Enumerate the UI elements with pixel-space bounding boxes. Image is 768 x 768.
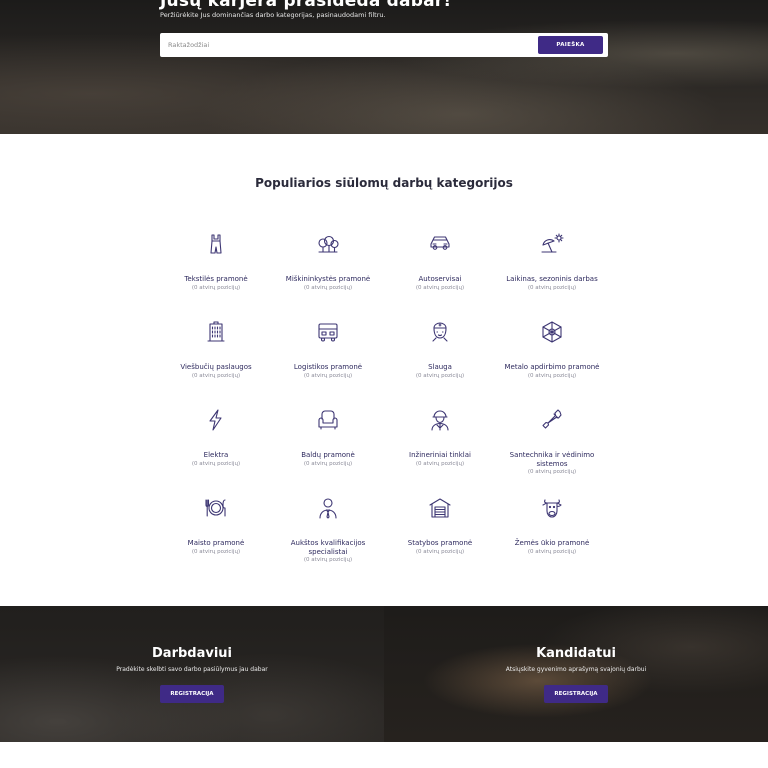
category-name: Baldų pramonė — [301, 451, 355, 459]
category-name: Aukštos kvalifikacijos specialistai — [290, 539, 366, 556]
nurse-icon — [432, 322, 448, 342]
cow-icon — [542, 499, 562, 518]
employer-title: Darbdaviui — [152, 646, 232, 661]
hex-nut-icon — [542, 321, 562, 343]
category-name: Viešbučių paslaugos — [180, 363, 252, 371]
hero-subtitle: Peržiūrėkite Jus dominančias darbo kateg… — [160, 11, 386, 19]
lightning-icon — [209, 409, 222, 431]
employer-panel: Darbdaviui Pradėkite skelbti savo darbo … — [0, 606, 384, 742]
employer-text: Pradėkite skelbti savo darbo pasiūlymus … — [116, 666, 268, 673]
category-name: Elektra — [203, 451, 229, 459]
search-input[interactable] — [168, 37, 528, 53]
beach-umbrella-icon — [541, 233, 564, 253]
category-name: Maisto pramonė — [187, 539, 245, 547]
category-item[interactable]: Inžineriniai tinklai (0 atvirų pozicijų) — [384, 396, 496, 476]
category-count: (0 atvirų pozicijų) — [527, 548, 577, 555]
truck-icon — [318, 323, 338, 342]
search-box: PAIEŠKA — [160, 33, 608, 57]
category-item[interactable]: Elektra (0 atvirų pozicijų) — [160, 396, 272, 476]
category-item[interactable]: Metalo apdirbimo pramonė (0 atvirų pozic… — [496, 308, 608, 388]
footer-strip — [0, 742, 768, 768]
category-item[interactable]: Baldų pramonė (0 atvirų pozicijų) — [272, 396, 384, 476]
category-name: Logistikos pramonė — [293, 363, 363, 371]
category-name: Slauga — [428, 363, 452, 371]
employer-register-button[interactable]: REGISTRACIJA — [160, 685, 224, 703]
category-name: Miškininkystės pramonė — [285, 275, 371, 283]
category-name: Žemės ūkio pramonė — [514, 539, 590, 547]
category-count: (0 atvirų pozicijų) — [191, 372, 241, 379]
category-name: Statybos pramonė — [407, 539, 473, 547]
category-name: Laikinas, sezoninis darbas — [506, 275, 598, 283]
category-item[interactable]: Maisto pramonė (0 atvirų pozicijų) — [160, 484, 272, 564]
armchair-icon — [318, 410, 338, 430]
category-item[interactable]: Viešbučių paslaugos (0 atvirų pozicijų) — [160, 308, 272, 388]
category-count: (0 atvirų pozicijų) — [303, 284, 353, 291]
category-count: (0 atvirų pozicijų) — [303, 372, 353, 379]
categories-grid: Tekstilės pramonė (0 atvirų pozicijų) Mi… — [160, 220, 608, 570]
category-count: (0 atvirų pozicijų) — [415, 284, 465, 291]
category-count: (0 atvirų pozicijų) — [415, 548, 465, 555]
category-name: Inžineriniai tinklai — [409, 451, 471, 459]
category-item[interactable]: Laikinas, sezoninis darbas (0 atvirų poz… — [496, 220, 608, 300]
category-item[interactable]: Statybos pramonė (0 atvirų pozicijų) — [384, 484, 496, 564]
categories-title: Populiarios siūlomų darbų kategorijos — [255, 176, 513, 190]
category-item[interactable]: Slauga (0 atvirų pozicijų) — [384, 308, 496, 388]
category-item[interactable]: Miškininkystės pramonė (0 atvirų pozicij… — [272, 220, 384, 300]
hero-banner: Jūsų karjera prasideda dabar! Peržiūrėki… — [0, 0, 768, 134]
category-name: Metalo apdirbimo pramonė — [504, 363, 600, 371]
businessman-icon — [319, 498, 337, 519]
engineer-icon — [431, 410, 449, 431]
category-count: (0 atvirų pozicijų) — [415, 372, 465, 379]
category-count: (0 atvirų pozicijų) — [191, 460, 241, 467]
category-count: (0 atvirų pozicijų) — [191, 548, 241, 555]
category-name: Tekstilės pramonė — [184, 275, 248, 283]
category-item[interactable]: Tekstilės pramonė (0 atvirų pozicijų) — [160, 220, 272, 300]
candidate-title: Kandidatui — [536, 646, 616, 661]
search-button[interactable]: PAIEŠKA — [538, 36, 603, 54]
category-item[interactable]: Logistikos pramonė (0 atvirų pozicijų) — [272, 308, 384, 388]
trees-icon — [318, 235, 339, 253]
garage-icon — [429, 498, 451, 518]
plate-cutlery-icon — [205, 499, 226, 517]
category-count: (0 atvirų pozicijų) — [191, 284, 241, 291]
overalls-icon — [210, 234, 222, 254]
category-count: (0 atvirų pozicijų) — [527, 284, 577, 291]
candidate-text: Atsiųskite gyvenimo aprašymą svajonių da… — [505, 666, 647, 673]
category-item[interactable]: Aukštos kvalifikacijos specialistai (0 a… — [272, 484, 384, 564]
category-item[interactable]: Autoservisai (0 atvirų pozicijų) — [384, 220, 496, 300]
candidate-register-button[interactable]: REGISTRACIJA — [544, 685, 608, 703]
category-item[interactable]: Santechnika ir vėdinimo sistemos (0 atvi… — [496, 396, 608, 476]
category-count: (0 atvirų pozicijų) — [415, 460, 465, 467]
category-count: (0 atvirų pozicijų) — [527, 372, 577, 379]
wrench-icon — [542, 409, 562, 429]
hotel-building-icon — [207, 321, 225, 342]
category-item[interactable]: Žemės ūkio pramonė (0 atvirų pozicijų) — [496, 484, 608, 564]
category-count: (0 atvirų pozicijų) — [527, 469, 577, 475]
hero-title: Jūsų karjera prasideda dabar! — [160, 0, 452, 11]
car-icon — [430, 236, 450, 250]
category-count: (0 atvirų pozicijų) — [303, 557, 353, 563]
candidate-panel: Kandidatui Atsiųskite gyvenimo aprašymą … — [384, 606, 768, 742]
category-name: Autoservisai — [418, 275, 462, 283]
category-name: Santechnika ir vėdinimo sistemos — [509, 451, 595, 468]
category-count: (0 atvirų pozicijų) — [303, 460, 353, 467]
